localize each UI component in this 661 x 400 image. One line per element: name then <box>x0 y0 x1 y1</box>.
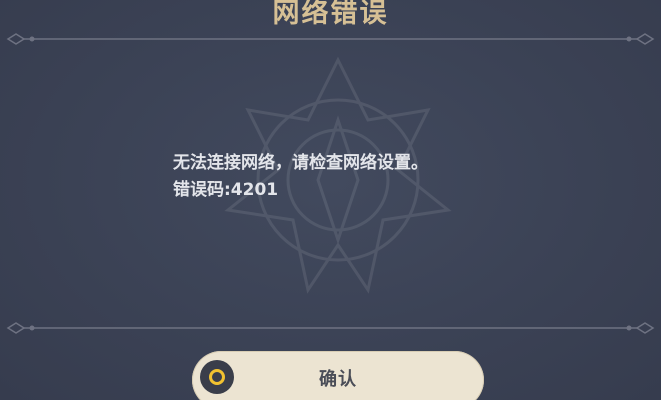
top-divider <box>6 33 655 45</box>
error-dialog: 网络错误 无法连接网络，请检查网络设置。 错误码:4201 确认 <box>0 0 661 400</box>
error-message: 无法连接网络，请检查网络设置。 错误码:4201 <box>173 150 428 204</box>
confirm-button-label: 确认 <box>319 369 357 390</box>
confirm-button[interactable]: 确认 <box>192 351 484 400</box>
bottom-divider <box>6 322 655 334</box>
error-message-text: 无法连接网络，请检查网络设置。 <box>173 153 428 173</box>
dialog-title: 网络错误 <box>272 0 389 29</box>
error-code-text: 错误码:4201 <box>173 180 279 200</box>
